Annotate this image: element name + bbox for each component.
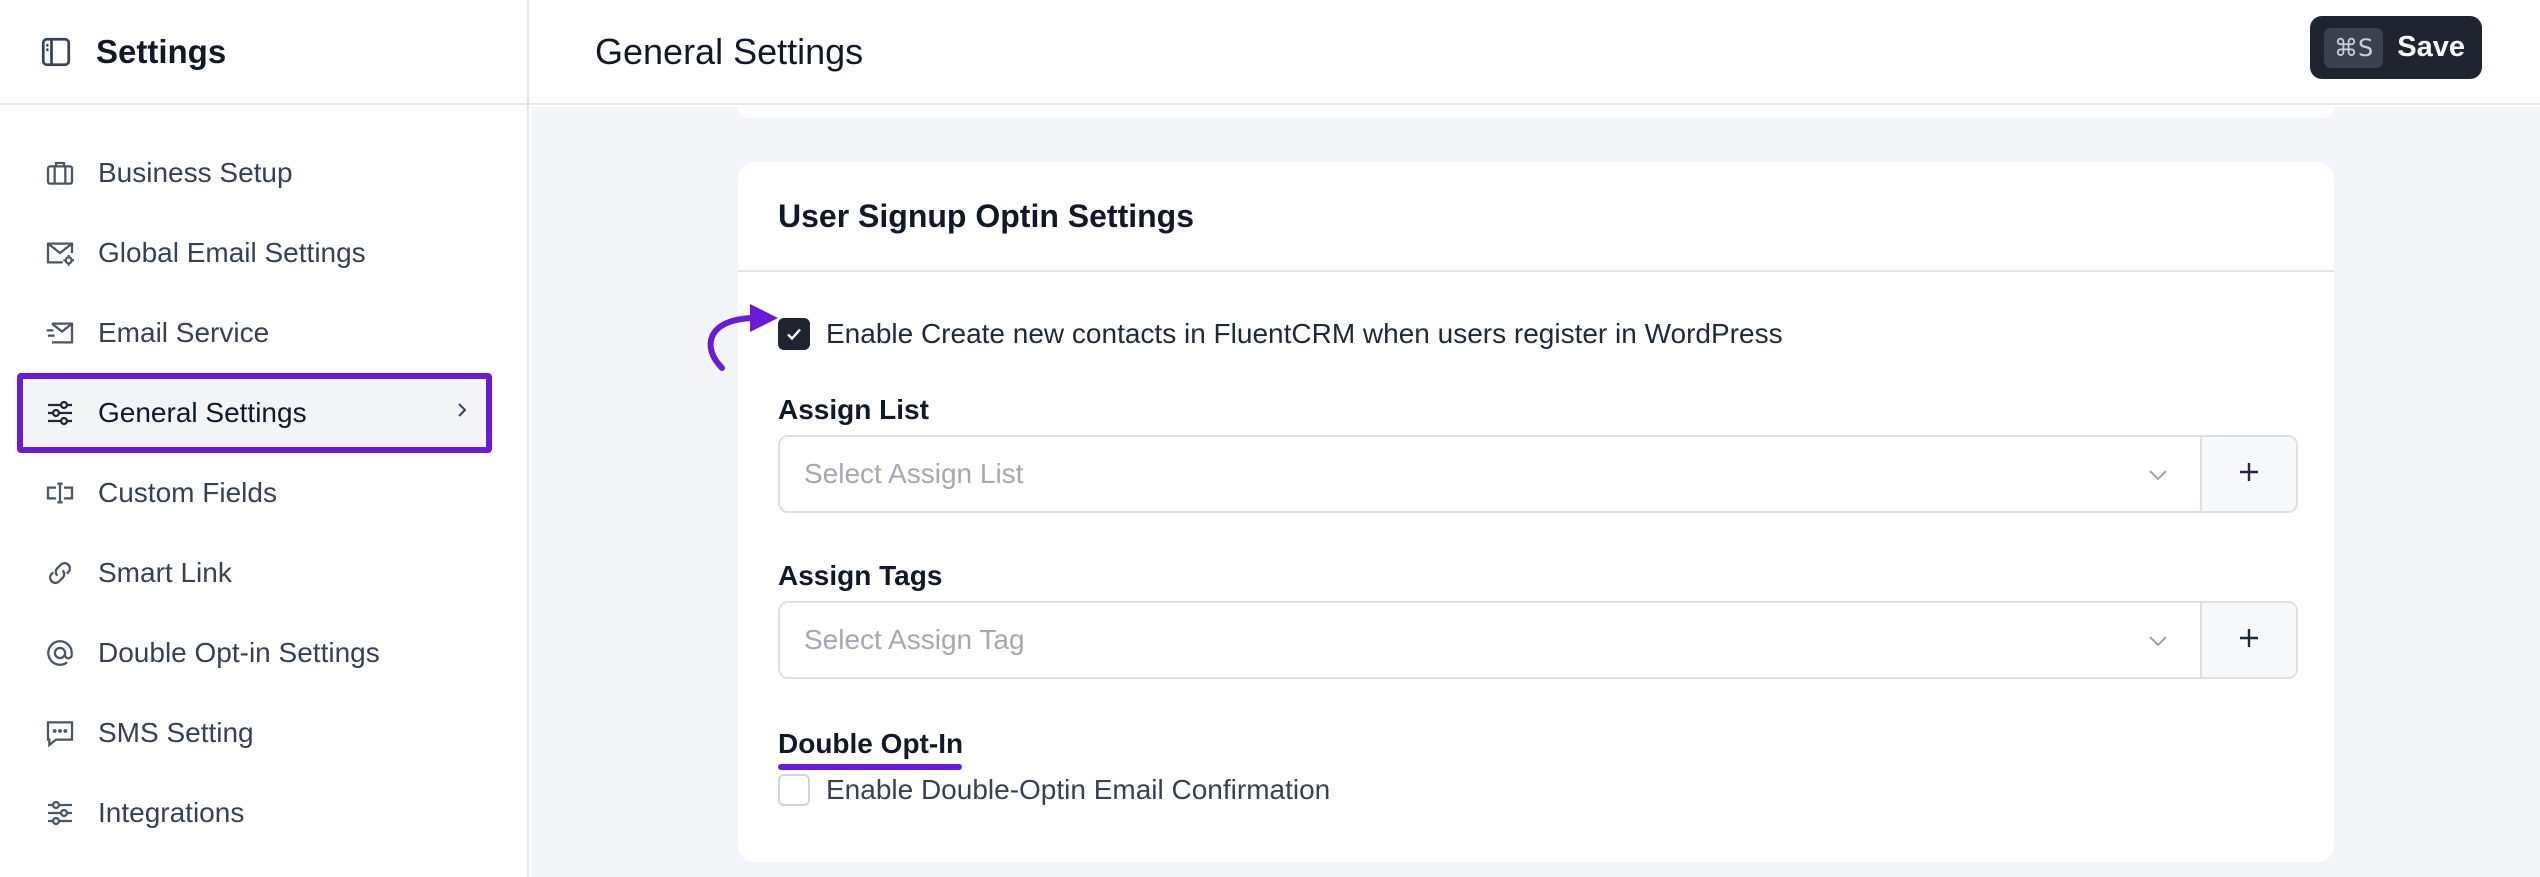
save-button[interactable]: ⌘S Save [2310, 16, 2482, 79]
double-optin-checkbox[interactable] [778, 774, 810, 806]
enable-create-contacts-row: Enable Create new contacts in FluentCRM … [707, 304, 1783, 371]
assign-list-select[interactable]: Select Assign List [780, 437, 2200, 511]
add-tag-button[interactable] [2200, 603, 2296, 677]
page-title: General Settings [595, 30, 864, 72]
sidebar-item-label: General Settings [98, 397, 307, 428]
card-header: User Signup Optin Settings [738, 162, 2334, 272]
assign-tags-placeholder: Select Assign Tag [804, 624, 1025, 655]
sidebar-item-double-opt-in-settings[interactable]: Double Opt-in Settings [17, 613, 492, 693]
double-optin-heading: Double Opt-In [778, 728, 964, 759]
enable-create-contacts-checkbox[interactable] [778, 318, 810, 350]
sidebar-nav: Business Setup Global Email Settings Ema… [0, 105, 527, 853]
sidebar-item-custom-fields[interactable]: Custom Fields [17, 453, 492, 533]
sidebar-item-business-setup[interactable]: Business Setup [17, 133, 492, 213]
sidebar-item-label: SMS Setting [98, 717, 254, 748]
assign-list-label: Assign List [778, 394, 929, 425]
sidebar-item-smart-link[interactable]: Smart Link [17, 533, 492, 613]
add-list-button[interactable] [2200, 437, 2296, 511]
chevron-down-icon [2146, 458, 2170, 490]
sidebar-item-label: Email Service [98, 317, 270, 348]
link-icon [42, 555, 78, 591]
at-sign-icon [42, 635, 78, 671]
assign-tags-label: Assign Tags [778, 560, 943, 591]
assign-list-field: Select Assign List [778, 435, 2298, 513]
sidebar-item-label: Double Opt-in Settings [98, 637, 380, 668]
sliders-icon [42, 795, 78, 831]
sidebar-item-label: Custom Fields [98, 477, 277, 508]
sidebar-item-sms-setting[interactable]: SMS Setting [17, 693, 492, 773]
annotation-underline [778, 764, 962, 770]
main-content: User Signup Optin Settings Enable Create… [531, 107, 2540, 877]
text-cursor-icon [42, 475, 78, 511]
plus-icon [2236, 459, 2262, 490]
chevron-right-icon [452, 397, 472, 429]
sidebar-item-email-service[interactable]: Email Service [17, 293, 492, 373]
sidebar-item-global-email-settings[interactable]: Global Email Settings [17, 213, 492, 293]
sidebar-header: Settings [0, 0, 527, 105]
topbar: General Settings ⌘S Save [529, 0, 2540, 105]
previous-card-edge [738, 107, 2334, 117]
mail-gear-icon [42, 235, 78, 271]
keyboard-shortcut-badge: ⌘S [2324, 27, 2384, 68]
briefcase-icon [42, 155, 78, 191]
card-title: User Signup Optin Settings [778, 197, 1195, 234]
sidebar-item-label: Global Email Settings [98, 237, 366, 268]
sidebar-item-integrations[interactable]: Integrations [17, 773, 492, 853]
double-optin-checkbox-label: Enable Double-Optin Email Confirmation [826, 774, 1331, 805]
assign-tags-field: Select Assign Tag [778, 601, 2298, 679]
assign-tags-select[interactable]: Select Assign Tag [780, 603, 2200, 677]
sidebar-item-label: Integrations [98, 797, 245, 828]
double-optin-row: Enable Double-Optin Email Confirmation [778, 774, 1330, 806]
app-window: Settings Business Setup Global Email Set… [0, 0, 2540, 877]
enable-create-contacts-label: Enable Create new contacts in FluentCRM … [826, 318, 1783, 349]
sidebar-title: Settings [96, 32, 227, 70]
chevron-down-icon [2146, 624, 2170, 656]
assign-list-placeholder: Select Assign List [804, 458, 1024, 489]
send-mail-icon [42, 315, 78, 351]
plus-icon [2236, 625, 2262, 656]
sidebar: Settings Business Setup Global Email Set… [0, 0, 529, 877]
sidebar-toggle-icon[interactable] [38, 34, 74, 70]
sidebar-item-general-settings[interactable]: General Settings [17, 373, 492, 453]
annotation-arrow-icon [696, 298, 782, 383]
chat-icon [42, 715, 78, 751]
sliders-icon [42, 395, 78, 431]
user-signup-optin-card: User Signup Optin Settings Enable Create… [707, 162, 2334, 862]
sidebar-item-label: Smart Link [98, 557, 232, 588]
sidebar-item-label: Business Setup [98, 157, 293, 188]
save-button-label: Save [2397, 31, 2465, 63]
